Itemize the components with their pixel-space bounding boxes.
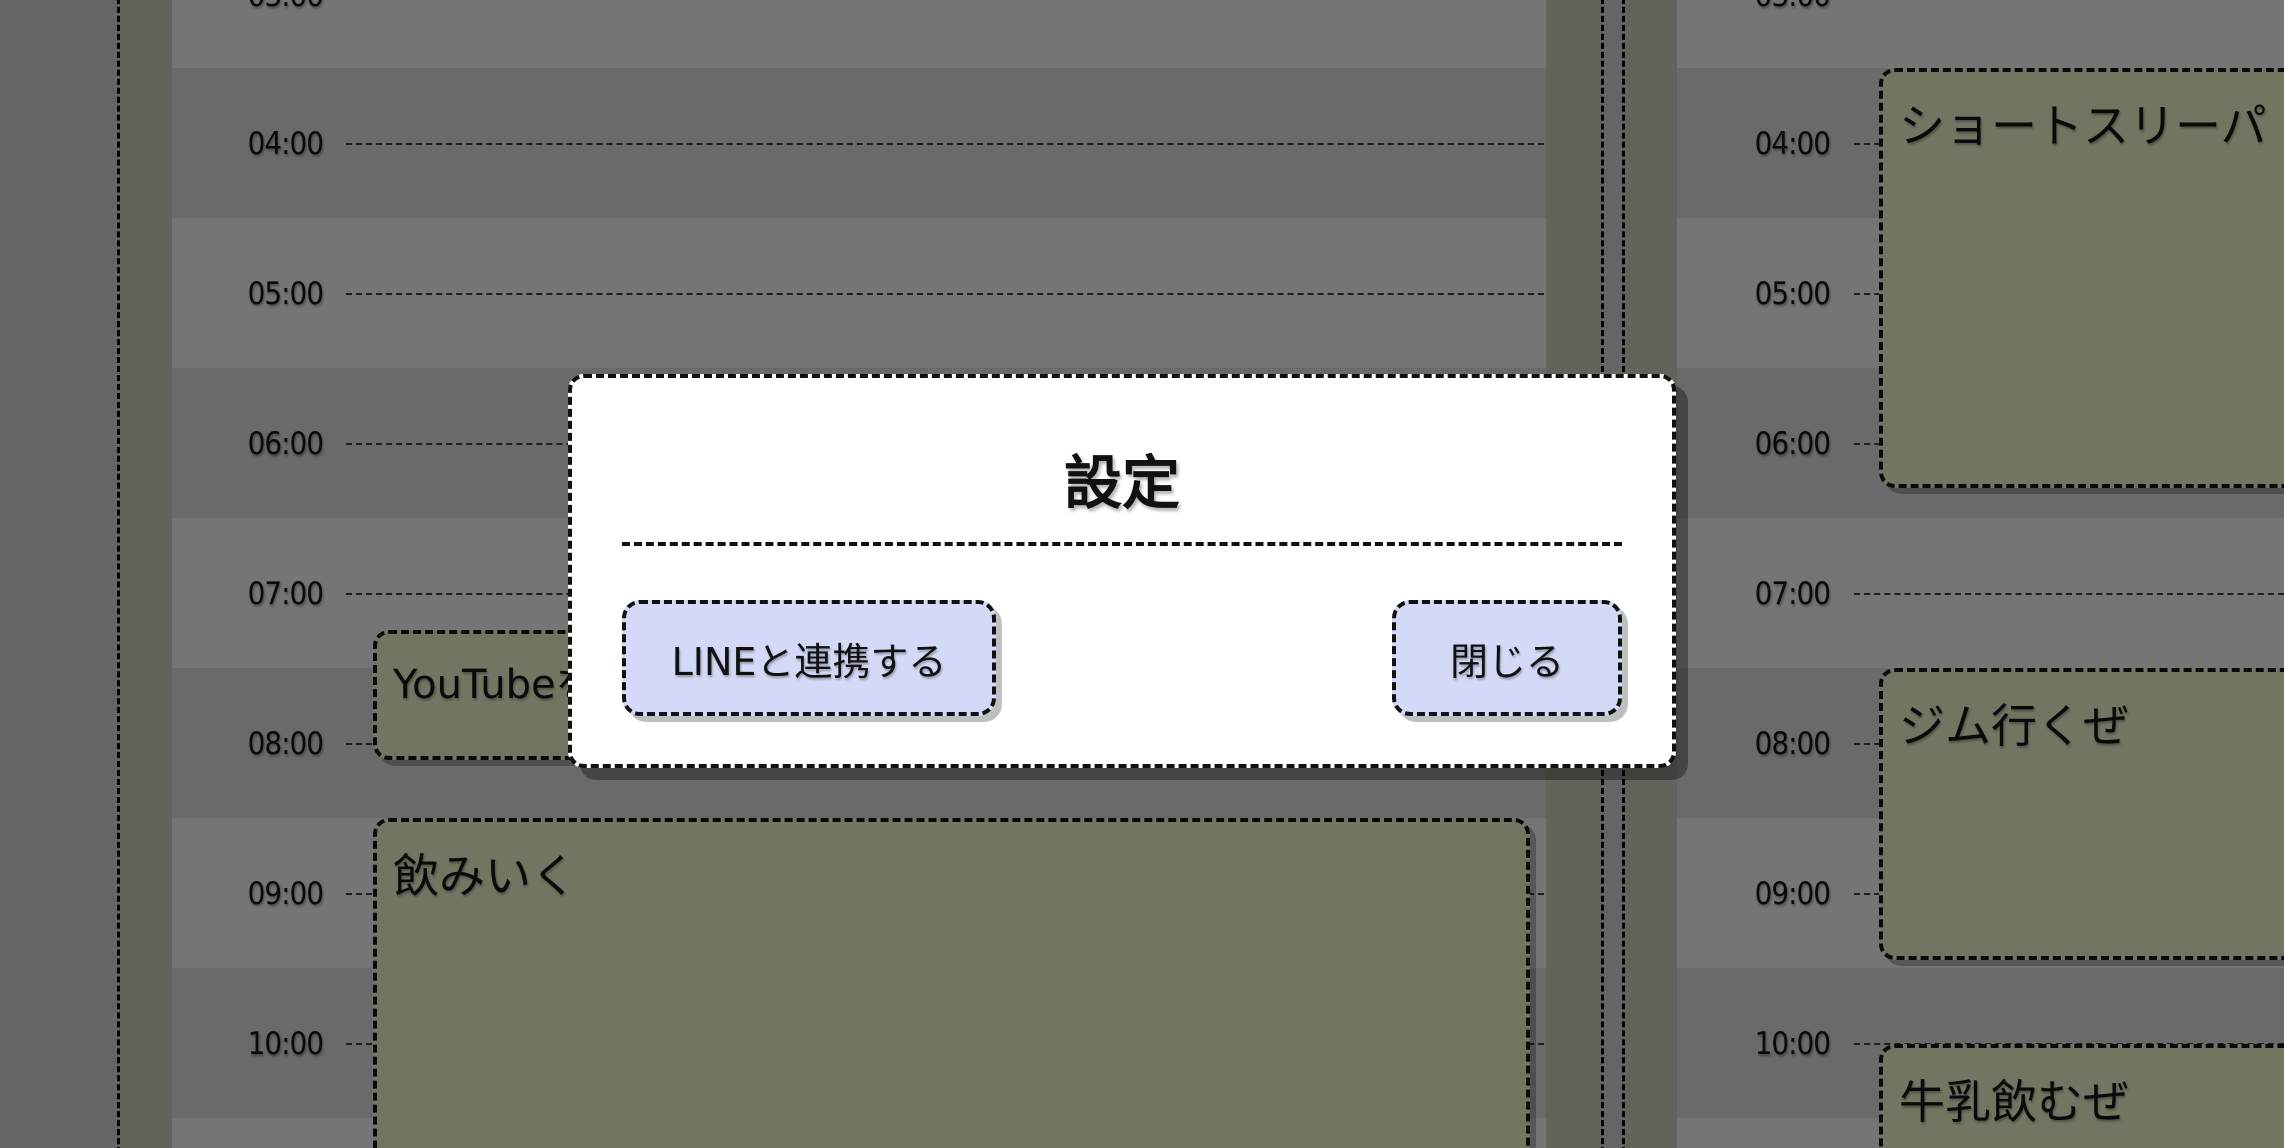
calendar-page: 03:00 04:00 05:00 06:00 07:00 08:00 09:0…	[0, 0, 2284, 1148]
line-connect-button[interactable]: LINEと連携する	[622, 600, 996, 716]
dialog-title: 設定	[1063, 449, 1180, 517]
dialog-divider	[622, 542, 1622, 546]
close-button[interactable]: 閉じる	[1392, 600, 1622, 716]
settings-dialog: 設定 LINEと連携する 閉じる	[568, 374, 1676, 768]
